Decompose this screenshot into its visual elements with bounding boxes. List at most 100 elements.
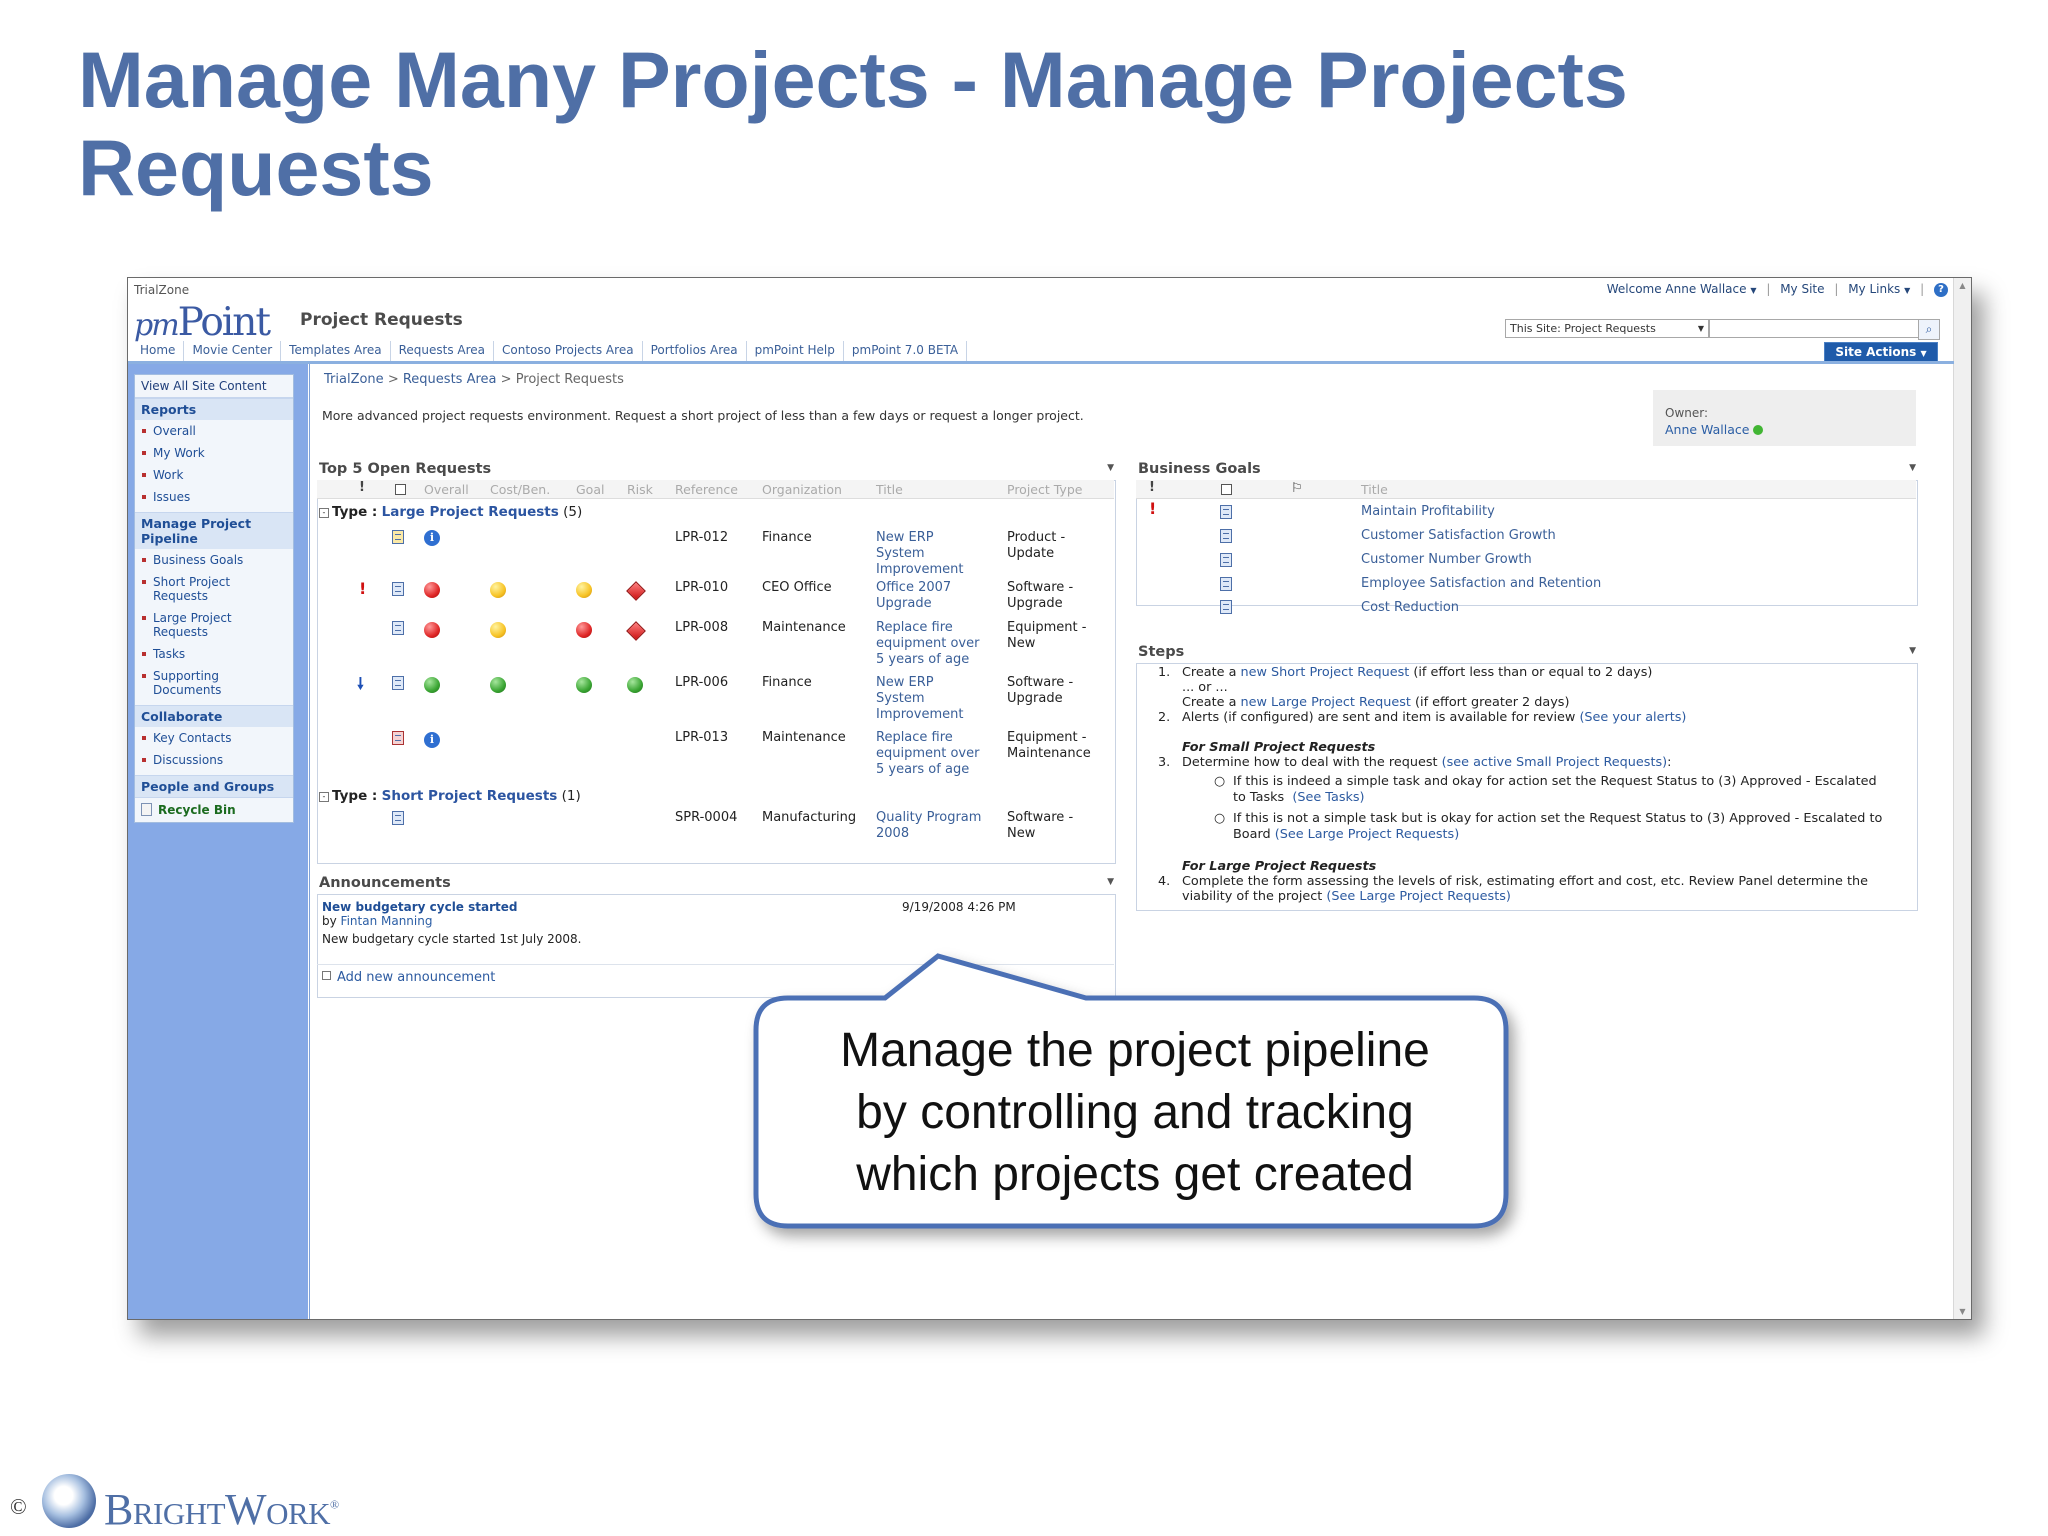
pmpoint-logo[interactable]: pmPoint — [134, 300, 271, 345]
document-icon[interactable] — [392, 731, 404, 745]
table-row[interactable]: LPR-008 Maintenance Replace fire equipmen… — [317, 619, 1114, 671]
goal-link[interactable]: Maintain Profitability — [1361, 504, 1495, 520]
collapse-icon[interactable]: - — [319, 508, 329, 518]
welcome-menu[interactable]: Welcome Anne Wallace — [1607, 282, 1747, 296]
tab-pmpoint-beta[interactable]: pmPoint 7.0 BETA — [844, 341, 968, 361]
document-icon[interactable] — [1220, 529, 1232, 543]
ql-item-issues[interactable]: Issues — [135, 486, 293, 508]
goal-link[interactable]: Employee Satisfaction and Retention — [1361, 576, 1601, 592]
webpart-menu-icon[interactable]: ▼ — [1909, 646, 1916, 656]
tab-movie-center[interactable]: Movie Center — [184, 341, 282, 361]
table-row[interactable]: ! LPR-010 CEO Office Office 2007 Upgrade … — [317, 579, 1114, 617]
goal-link[interactable]: Customer Satisfaction Growth — [1361, 528, 1556, 544]
tab-templates-area[interactable]: Templates Area — [281, 341, 391, 361]
see-large-requests-link[interactable]: (See Large Project Requests) — [1275, 827, 1460, 842]
my-site-link[interactable]: My Site — [1780, 282, 1824, 296]
table-row[interactable]: i LPR-013 Maintenance Replace fire equipm… — [317, 729, 1114, 781]
table-row[interactable]: SPR-0004 Manufacturing Quality Program 20… — [317, 809, 1114, 849]
see-tasks-link[interactable]: (See Tasks) — [1292, 790, 1364, 805]
help-icon[interactable]: ? — [1934, 282, 1948, 297]
breadcrumb-trialzone[interactable]: TrialZone — [324, 372, 384, 387]
document-icon[interactable] — [1220, 505, 1232, 519]
vertical-scrollbar[interactable]: ▲ ▼ — [1953, 278, 1971, 1319]
group-header-large[interactable]: - Type : Large Project Requests (5) — [319, 504, 582, 520]
importance-column-icon[interactable]: ! — [1149, 480, 1155, 495]
ql-item-tasks[interactable]: Tasks — [135, 643, 293, 665]
chevron-down-icon[interactable]: ▼ — [1904, 286, 1910, 295]
col-title[interactable]: Title — [876, 482, 903, 497]
request-title-link[interactable]: Office 2007 Upgrade — [876, 580, 951, 612]
document-icon[interactable] — [392, 676, 404, 690]
table-row[interactable]: 🠗 LPR-006 Finance New ERP System Improveme… — [317, 674, 1114, 726]
recycle-bin-link[interactable]: Recycle Bin — [135, 797, 293, 822]
request-title-link[interactable]: New ERP System Improvement — [876, 675, 963, 723]
col-goal[interactable]: Goal — [576, 482, 604, 497]
owner-name-link[interactable]: Anne Wallace — [1665, 422, 1764, 437]
view-all-site-content-link[interactable]: View All Site Content — [135, 375, 293, 398]
add-new-announcement-link[interactable]: Add new announcement — [322, 970, 495, 985]
site-name[interactable]: TrialZone — [134, 283, 189, 297]
table-row[interactable]: i LPR-012 Finance New ERP System Improveme… — [317, 524, 1114, 578]
tab-requests-area[interactable]: Requests Area — [391, 341, 495, 361]
group-header-short[interactable]: - Type : Short Project Requests (1) — [319, 788, 581, 804]
request-title-link[interactable]: New ERP System Improvement — [876, 530, 963, 578]
ql-heading-reports[interactable]: Reports — [135, 398, 293, 420]
attachment-column-icon[interactable] — [395, 484, 406, 495]
flag-icon[interactable]: ⚐ — [1291, 481, 1303, 496]
new-short-request-link[interactable]: new Short Project Request — [1241, 665, 1410, 680]
col-project-type[interactable]: Project Type — [1007, 482, 1082, 497]
search-scope-select[interactable]: This Site: Project Requests ▼ — [1505, 319, 1709, 338]
see-large-requests-link[interactable]: (See Large Project Requests) — [1326, 889, 1511, 904]
site-actions-button[interactable]: Site Actions ▼ — [1824, 342, 1938, 363]
ql-item-short-requests[interactable]: Short Project Requests — [135, 571, 293, 607]
document-icon[interactable] — [392, 811, 404, 825]
col-risk[interactable]: Risk — [627, 482, 653, 497]
ql-heading-collaborate[interactable]: Collaborate — [135, 705, 293, 727]
ql-item-discussions[interactable]: Discussions — [135, 749, 293, 771]
ql-item-my-work[interactable]: My Work — [135, 442, 293, 464]
ql-item-supporting-docs[interactable]: Supporting Documents — [135, 665, 293, 701]
document-icon[interactable] — [1220, 600, 1232, 614]
document-icon[interactable] — [1220, 553, 1232, 567]
request-title-link[interactable]: Quality Program 2008 — [876, 810, 981, 842]
importance-column-icon[interactable]: ! — [359, 480, 365, 495]
attachment-column-icon[interactable] — [1221, 484, 1232, 495]
document-icon[interactable] — [392, 582, 404, 596]
tab-home[interactable]: Home — [132, 341, 185, 361]
ql-heading-people[interactable]: People and Groups — [135, 775, 293, 797]
active-small-requests-link[interactable]: (see active Small Project Requests) — [1442, 755, 1668, 770]
tab-pmpoint-help[interactable]: pmPoint Help — [747, 341, 844, 361]
goal-link[interactable]: Customer Number Growth — [1361, 552, 1532, 568]
edit-item-icon[interactable] — [392, 530, 404, 544]
scroll-down-icon[interactable]: ▼ — [1954, 1307, 1971, 1316]
col-overall[interactable]: Overall — [424, 482, 469, 497]
document-icon[interactable] — [392, 621, 404, 635]
tab-contoso-projects-area[interactable]: Contoso Projects Area — [494, 341, 643, 361]
ql-heading-pipeline[interactable]: Manage Project Pipeline — [135, 512, 293, 549]
document-icon[interactable] — [1220, 577, 1232, 591]
author-link[interactable]: Fintan Manning — [341, 914, 433, 928]
request-title-link[interactable]: Replace fire equipment over 5 years of age — [876, 620, 979, 668]
webpart-menu-icon[interactable]: ▼ — [1909, 463, 1916, 473]
scroll-up-icon[interactable]: ▲ — [1954, 281, 1971, 290]
search-input[interactable] — [1709, 319, 1921, 338]
ql-item-business-goals[interactable]: Business Goals — [135, 549, 293, 571]
col-title[interactable]: Title — [1361, 482, 1388, 497]
goal-link[interactable]: Cost Reduction — [1361, 600, 1459, 616]
my-links-menu[interactable]: My Links — [1848, 282, 1900, 296]
ql-item-overall[interactable]: Overall — [135, 420, 293, 442]
request-title-link[interactable]: Replace fire equipment over 5 years of age — [876, 730, 979, 778]
announcement-title-link[interactable]: New budgetary cycle started — [322, 900, 581, 914]
ql-item-work[interactable]: Work — [135, 464, 293, 486]
search-icon[interactable]: ⌕ — [1918, 319, 1940, 340]
see-alerts-link[interactable]: (See your alerts) — [1579, 710, 1686, 725]
tab-portfolios-area[interactable]: Portfolios Area — [643, 341, 747, 361]
webpart-menu-icon[interactable]: ▼ — [1107, 463, 1114, 473]
ql-item-large-requests[interactable]: Large Project Requests — [135, 607, 293, 643]
collapse-icon[interactable]: - — [319, 792, 329, 802]
col-organization[interactable]: Organization — [762, 482, 842, 497]
new-large-request-link[interactable]: new Large Project Request — [1241, 695, 1411, 710]
ql-item-key-contacts[interactable]: Key Contacts — [135, 727, 293, 749]
chevron-down-icon[interactable]: ▼ — [1750, 286, 1756, 295]
breadcrumb-requests-area[interactable]: Requests Area — [403, 372, 497, 387]
